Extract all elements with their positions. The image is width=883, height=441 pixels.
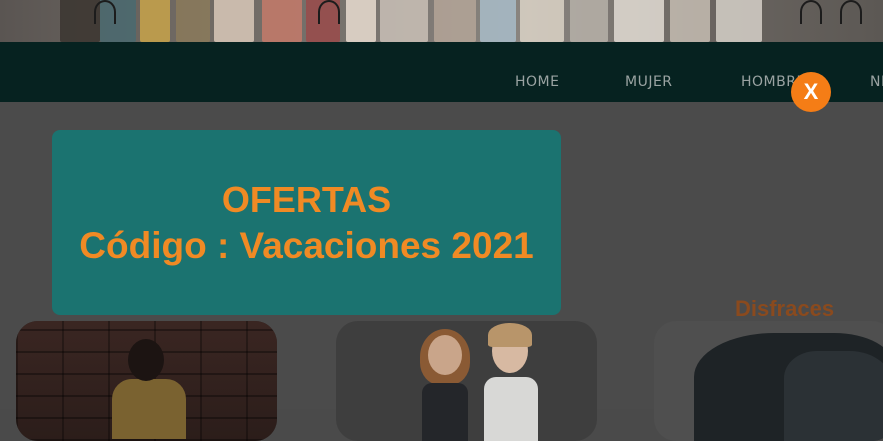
- hanger-icon: [318, 0, 340, 24]
- garment-shape: [670, 0, 710, 42]
- modal-title: OFERTAS: [221, 178, 392, 220]
- nav-item-home[interactable]: HOME: [515, 74, 559, 90]
- category-card-disfraces[interactable]: [654, 321, 883, 441]
- garment-shape: [434, 0, 476, 42]
- card-image-costume-fold: [784, 351, 883, 441]
- card-image-boy-body: [484, 377, 538, 441]
- offer-modal: OFERTAS Código : Vacaciones 2021: [52, 130, 561, 315]
- hanger-icon: [800, 0, 822, 24]
- garment-shape: [176, 0, 210, 42]
- navbar: [0, 42, 883, 102]
- card-image-boy-hair: [488, 323, 532, 347]
- card-image-person: [112, 379, 186, 439]
- hanger-icon: [94, 0, 116, 24]
- garment-shape: [480, 0, 516, 42]
- category-card-hombre[interactable]: [16, 321, 277, 441]
- close-icon: X: [803, 79, 819, 104]
- hanger-icon: [840, 0, 862, 24]
- card-image-girl-body: [422, 383, 468, 441]
- section-title-disfraces: Disfraces: [735, 296, 835, 321]
- garment-shape: [716, 0, 762, 42]
- garment-shape: [380, 0, 428, 42]
- card-image-person-head: [128, 339, 164, 381]
- garment-shape: [346, 0, 376, 42]
- nav-item-mujer[interactable]: MUJER: [625, 74, 673, 90]
- garment-shape: [262, 0, 302, 42]
- garment-shape: [140, 0, 170, 42]
- garment-shape: [520, 0, 564, 42]
- nav-item-ninos[interactable]: NIÑOS: [870, 74, 883, 90]
- hero-banner-image: [0, 0, 883, 42]
- garment-shape: [214, 0, 254, 42]
- modal-promo-code: Código : Vacaciones 2021: [79, 224, 534, 266]
- category-card-ninos[interactable]: [336, 321, 597, 441]
- card-image-girl-head: [428, 335, 462, 375]
- garment-shape: [614, 0, 664, 42]
- garment-shape: [570, 0, 608, 42]
- close-modal-button[interactable]: X: [791, 72, 831, 112]
